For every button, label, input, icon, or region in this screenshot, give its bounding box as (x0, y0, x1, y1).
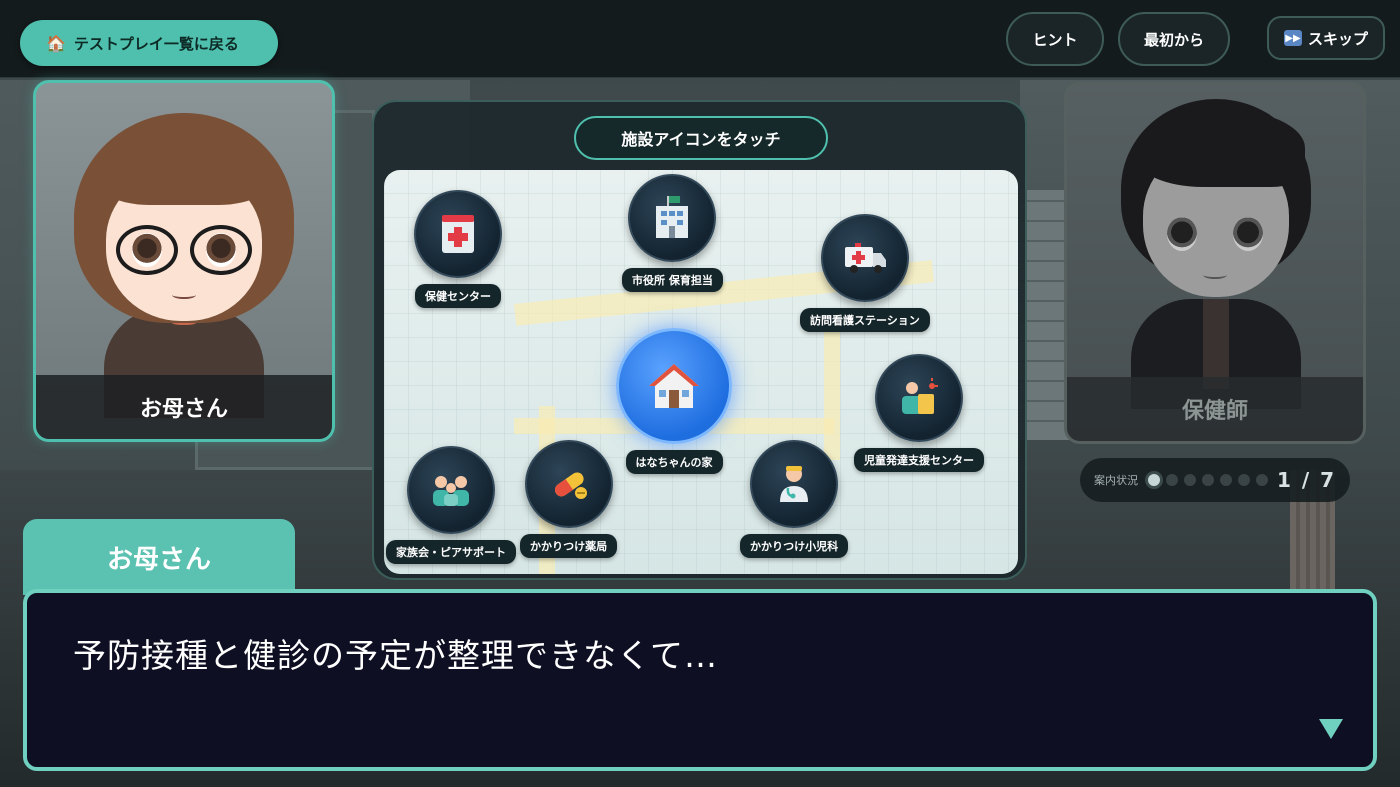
mother-nameplate: お母さん (36, 375, 332, 439)
progress-dot (1148, 474, 1160, 486)
facility-map: 保健センター 市役所 保育担当 訪問看護ステーション はなちゃんの家 児童発達支… (384, 170, 1018, 574)
progress-label: 案内状況 (1094, 474, 1138, 487)
map-title: 施設アイコンをタッチ (574, 116, 828, 160)
nurse-avatar (1095, 99, 1335, 409)
skip-button[interactable]: ▶▶ スキップ (1267, 16, 1385, 60)
house-icon (616, 328, 732, 444)
family-icon (407, 446, 495, 534)
facility-pharmacy[interactable]: かかりつけ薬局 (520, 440, 618, 558)
dialogue-box[interactable]: 予防接種と健診の予定が整理できなくて… (23, 589, 1377, 771)
facility-label: はなちゃんの家 (625, 450, 723, 474)
facility-family-peer-support[interactable]: 家族会・ピアサポート (386, 446, 516, 564)
restart-label: 最初から (1143, 30, 1204, 49)
facility-child-development[interactable]: 児童発達支援センター (854, 354, 984, 472)
pill-icon (524, 440, 613, 528)
next-arrow-icon[interactable] (1319, 719, 1343, 739)
facility-pediatrics[interactable]: かかりつけ小児科 (740, 440, 849, 558)
doctor-icon (750, 440, 839, 528)
progress-count: 1 / 7 (1276, 468, 1336, 492)
progress-dot (1220, 474, 1232, 486)
facility-label: 市役所 保育担当 (622, 268, 723, 292)
back-label: テストプレイ一覧に戻る (73, 34, 239, 53)
facility-label: 家族会・ピアサポート (386, 540, 516, 564)
public-health-nurse-portrait: 保健師 (1064, 82, 1366, 444)
guide-progress: 案内状況 1 / 7 (1080, 458, 1350, 502)
facility-label: 児童発達支援センター (854, 448, 984, 472)
fast-forward-icon: ▶▶ (1283, 30, 1302, 46)
mother-portrait: お母さん (33, 80, 335, 442)
dialogue-text: 予防接種と健診の予定が整理できなくて… (73, 636, 719, 675)
facility-health-center[interactable]: 保健センター (414, 190, 502, 308)
progress-dot (1202, 474, 1214, 486)
back-to-list-button[interactable]: 🏠 テストプレイ一覧に戻る (20, 20, 278, 66)
progress-dot (1256, 474, 1268, 486)
ambulance-icon (820, 214, 909, 302)
support-icon (875, 354, 963, 442)
progress-dot (1238, 474, 1250, 486)
nurse-nameplate: 保健師 (1067, 377, 1363, 441)
facility-label: かかりつけ小児科 (740, 534, 849, 558)
facility-hana-home[interactable]: はなちゃんの家 (616, 328, 732, 474)
restart-button[interactable]: 最初から (1118, 12, 1230, 66)
facility-label: 保健センター (415, 284, 501, 308)
progress-dot (1166, 474, 1178, 486)
speaker-name-tab: お母さん (23, 519, 295, 595)
city-hall-icon (628, 174, 717, 262)
home-icon: 🏠 (46, 33, 66, 53)
facility-label: かかりつけ薬局 (520, 534, 618, 558)
top-bar: 🏠 テストプレイ一覧に戻る ヒント 最初から ▶▶ スキップ (0, 0, 1400, 78)
hint-label: ヒント (1032, 30, 1078, 49)
mother-avatar (64, 113, 304, 418)
hint-button[interactable]: ヒント (1006, 12, 1104, 66)
clinic-icon (414, 190, 502, 278)
facility-label: 訪問看護ステーション (800, 308, 930, 332)
skip-label: スキップ (1307, 29, 1368, 48)
progress-dot (1184, 474, 1196, 486)
facility-home-nursing[interactable]: 訪問看護ステーション (800, 214, 930, 332)
facility-map-panel: 施設アイコンをタッチ 保健センター 市役所 保育担当 訪問看護ステーション はな… (372, 100, 1027, 580)
facility-city-hall[interactable]: 市役所 保育担当 (622, 174, 723, 292)
